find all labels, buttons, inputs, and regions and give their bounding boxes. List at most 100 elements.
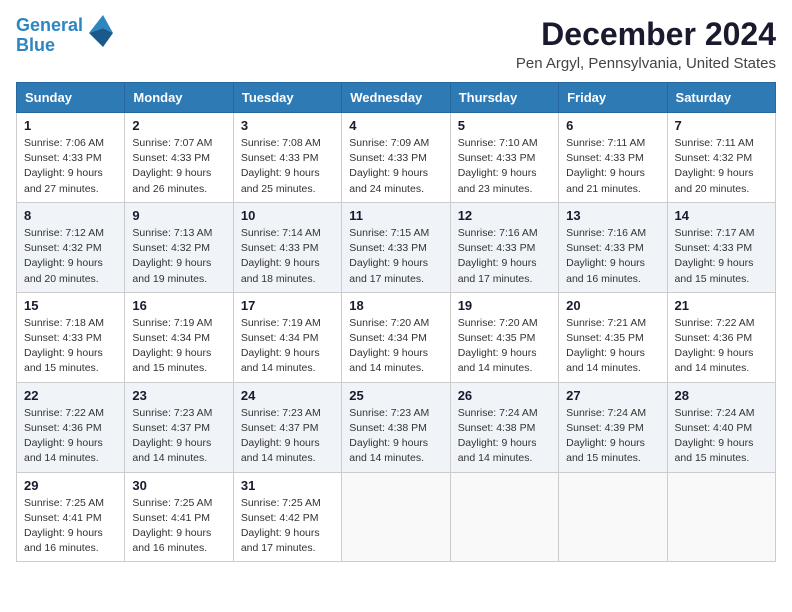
day-number: 19 <box>458 298 551 313</box>
sunset-text: Sunset: 4:41 PM <box>24 512 102 524</box>
daylight-text: Daylight: 9 hours and 14 minutes. <box>458 347 537 374</box>
sunset-text: Sunset: 4:32 PM <box>132 242 210 254</box>
daylight-text: Daylight: 9 hours and 17 minutes. <box>349 257 428 284</box>
weekday-header-row: SundayMondayTuesdayWednesdayThursdayFrid… <box>17 83 776 113</box>
day-number: 23 <box>132 388 225 403</box>
day-info: Sunrise: 7:25 AMSunset: 4:41 PMDaylight:… <box>24 496 117 557</box>
calendar-cell: 22Sunrise: 7:22 AMSunset: 4:36 PMDayligh… <box>17 382 125 472</box>
daylight-text: Daylight: 9 hours and 18 minutes. <box>241 257 320 284</box>
sunset-text: Sunset: 4:34 PM <box>132 332 210 344</box>
day-number: 4 <box>349 118 442 133</box>
sunset-text: Sunset: 4:40 PM <box>675 422 753 434</box>
weekday-tuesday: Tuesday <box>233 83 341 113</box>
sunrise-text: Sunrise: 7:25 AM <box>132 497 212 509</box>
sunset-text: Sunset: 4:33 PM <box>458 242 536 254</box>
day-number: 11 <box>349 208 442 223</box>
day-info: Sunrise: 7:14 AMSunset: 4:33 PMDaylight:… <box>241 226 334 287</box>
sunset-text: Sunset: 4:36 PM <box>24 422 102 434</box>
logo: GeneralBlue <box>16 16 115 56</box>
sunset-text: Sunset: 4:34 PM <box>241 332 319 344</box>
sunset-text: Sunset: 4:37 PM <box>241 422 319 434</box>
day-info: Sunrise: 7:19 AM Sunset: 4:34 PM Daylight:… <box>132 316 225 377</box>
day-number: 31 <box>241 478 334 493</box>
weekday-saturday: Saturday <box>667 83 775 113</box>
day-number: 14 <box>675 208 768 223</box>
day-info: Sunrise: 7:16 AMSunset: 4:33 PMDaylight:… <box>458 226 551 287</box>
daylight-text: Daylight: 9 hours and 23 minutes. <box>458 167 537 194</box>
day-number: 13 <box>566 208 659 223</box>
sunrise-text: Sunrise: 7:25 AM <box>24 497 104 509</box>
sunset-text: Sunset: 4:38 PM <box>458 422 536 434</box>
day-info: Sunrise: 7:24 AMSunset: 4:39 PMDaylight:… <box>566 406 659 467</box>
day-info: Sunrise: 7:17 AMSunset: 4:33 PMDaylight:… <box>675 226 768 287</box>
sunrise-text: Sunrise: 7:19 AM <box>132 317 212 329</box>
daylight-text: Daylight: 9 hours and 21 minutes. <box>566 167 645 194</box>
sunset-text: Sunset: 4:32 PM <box>24 242 102 254</box>
day-info: Sunrise: 7:16 AMSunset: 4:33 PMDaylight:… <box>566 226 659 287</box>
day-number: 28 <box>675 388 768 403</box>
calendar-week-3: 15Sunrise: 7:18 AMSunset: 4:33 PMDayligh… <box>17 292 776 382</box>
sunset-text: Sunset: 4:33 PM <box>24 332 102 344</box>
day-info: Sunrise: 7:24 AMSunset: 4:38 PMDaylight:… <box>458 406 551 467</box>
sunset-text: Sunset: 4:33 PM <box>566 152 644 164</box>
daylight-text: Daylight: 9 hours and 15 minutes. <box>132 347 211 374</box>
day-info: Sunrise: 7:06 AMSunset: 4:33 PMDaylight:… <box>24 136 117 197</box>
sunrise-text: Sunrise: 7:11 AM <box>675 137 754 149</box>
calendar-table: SundayMondayTuesdayWednesdayThursdayFrid… <box>16 82 776 562</box>
daylight-text: Daylight: 9 hours and 14 minutes. <box>241 347 320 374</box>
day-info: Sunrise: 7:21 AMSunset: 4:35 PMDaylight:… <box>566 316 659 377</box>
sunset-text: Sunset: 4:33 PM <box>349 152 427 164</box>
daylight-text: Daylight: 9 hours and 15 minutes. <box>675 437 754 464</box>
daylight-text: Daylight: 9 hours and 26 minutes. <box>132 167 211 194</box>
sunrise-text: Sunrise: 7:23 AM <box>241 407 321 419</box>
sunset-text: Sunset: 4:42 PM <box>241 512 319 524</box>
sunrise-text: Sunrise: 7:16 AM <box>566 227 646 239</box>
day-number: 30 <box>132 478 225 493</box>
day-info: Sunrise: 7:11 AMSunset: 4:33 PMDaylight:… <box>566 136 659 197</box>
day-number: 5 <box>458 118 551 133</box>
day-info: Sunrise: 7:13 AMSunset: 4:32 PMDaylight:… <box>132 226 225 287</box>
sunset-text: Sunset: 4:33 PM <box>241 152 319 164</box>
calendar-cell: 4Sunrise: 7:09 AMSunset: 4:33 PMDaylight… <box>342 113 450 203</box>
daylight-text: Daylight: 9 hours and 20 minutes. <box>24 257 103 284</box>
sunrise-text: Sunrise: 7:13 AM <box>132 227 212 239</box>
calendar-cell: 5Sunrise: 7:10 AMSunset: 4:33 PMDaylight… <box>450 113 558 203</box>
calendar-cell: 6Sunrise: 7:11 AMSunset: 4:33 PMDaylight… <box>559 113 667 203</box>
sunrise-text: Sunrise: 7:14 AM <box>241 227 321 239</box>
daylight-text: Daylight: 9 hours and 14 minutes. <box>675 347 754 374</box>
main-title: December 2024 <box>516 16 776 53</box>
calendar-body: 1Sunrise: 7:06 AMSunset: 4:33 PMDaylight… <box>17 113 776 562</box>
sunset-text: Sunset: 4:33 PM <box>675 242 753 254</box>
daylight-text: Daylight: 9 hours and 17 minutes. <box>458 257 537 284</box>
day-number: 25 <box>349 388 442 403</box>
calendar-cell: 15Sunrise: 7:18 AMSunset: 4:33 PMDayligh… <box>17 292 125 382</box>
day-number: 20 <box>566 298 659 313</box>
calendar-cell <box>667 472 775 562</box>
daylight-text: Daylight: 9 hours and 14 minutes. <box>566 347 645 374</box>
sunrise-text: Sunrise: 7:15 AM <box>349 227 429 239</box>
day-number: 16 <box>132 298 225 313</box>
calendar-cell <box>559 472 667 562</box>
calendar-cell: 26Sunrise: 7:24 AMSunset: 4:38 PMDayligh… <box>450 382 558 472</box>
sunrise-text: Sunrise: 7:24 AM <box>566 407 646 419</box>
day-info: Sunrise: 7:20 AMSunset: 4:34 PMDaylight:… <box>349 316 442 377</box>
weekday-thursday: Thursday <box>450 83 558 113</box>
day-info: Sunrise: 7:15 AMSunset: 4:33 PMDaylight:… <box>349 226 442 287</box>
sunrise-text: Sunrise: 7:24 AM <box>458 407 538 419</box>
calendar-cell <box>450 472 558 562</box>
day-number: 3 <box>241 118 334 133</box>
daylight-text: Daylight: 9 hours and 15 minutes. <box>566 437 645 464</box>
day-info: Sunrise: 7:22 AMSunset: 4:36 PMDaylight:… <box>675 316 768 377</box>
calendar-cell: 3Sunrise: 7:08 AMSunset: 4:33 PMDaylight… <box>233 113 341 203</box>
sunrise-text: Sunrise: 7:22 AM <box>675 317 755 329</box>
day-number: 21 <box>675 298 768 313</box>
calendar-cell: 25Sunrise: 7:23 AMSunset: 4:38 PMDayligh… <box>342 382 450 472</box>
calendar-cell: 12Sunrise: 7:16 AMSunset: 4:33 PMDayligh… <box>450 202 558 292</box>
calendar-cell: 8Sunrise: 7:12 AMSunset: 4:32 PMDaylight… <box>17 202 125 292</box>
daylight-text: Daylight: 9 hours and 16 minutes. <box>566 257 645 284</box>
day-info: Sunrise: 7:23 AMSunset: 4:37 PMDaylight:… <box>241 406 334 467</box>
calendar-week-4: 22Sunrise: 7:22 AMSunset: 4:36 PMDayligh… <box>17 382 776 472</box>
sunrise-text: Sunrise: 7:09 AM <box>349 137 429 149</box>
daylight-text: Daylight: 9 hours and 15 minutes. <box>24 347 103 374</box>
header: GeneralBlue December 2024 Pen Argyl, Pen… <box>16 16 776 72</box>
